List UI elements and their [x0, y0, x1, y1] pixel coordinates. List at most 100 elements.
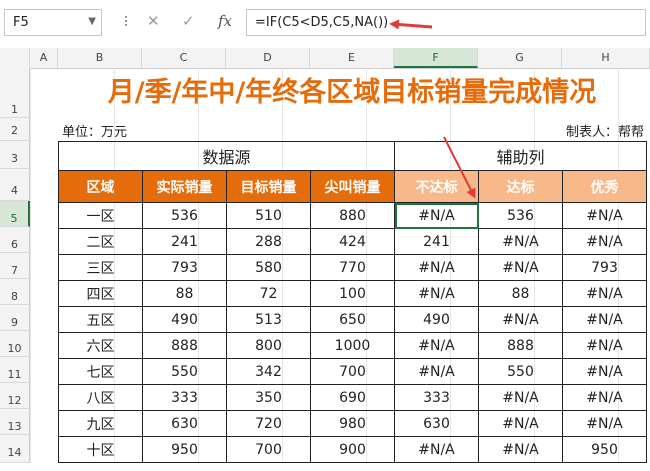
close-icon[interactable]: ✕ — [147, 12, 160, 30]
table-cell[interactable]: 333 — [142, 384, 227, 411]
row-header[interactable]: 13 — [0, 409, 30, 435]
table-cell[interactable]: 580 — [226, 254, 311, 281]
table-cell[interactable]: 六区 — [58, 332, 143, 359]
table-cell[interactable]: 一区 — [58, 202, 143, 229]
unit-label[interactable]: 单位：万元 — [62, 121, 127, 140]
table-cell[interactable]: #N/A — [478, 228, 563, 255]
table-cell[interactable]: 241 — [394, 228, 479, 255]
row-header[interactable]: 8 — [0, 279, 30, 305]
column-title[interactable]: 优秀 — [562, 170, 647, 203]
table-cell[interactable]: #N/A — [394, 280, 479, 307]
table-cell[interactable]: 三区 — [58, 254, 143, 281]
table-cell[interactable]: 510 — [226, 202, 311, 229]
table-cell[interactable]: #N/A — [394, 358, 479, 385]
table-cell[interactable]: 72 — [226, 280, 311, 307]
table-cell[interactable]: 550 — [478, 358, 563, 385]
insert-function-icon[interactable]: fx — [218, 12, 232, 30]
table-cell[interactable]: #N/A — [562, 332, 647, 359]
table-cell[interactable]: 690 — [310, 384, 395, 411]
table-cell[interactable]: 793 — [142, 254, 227, 281]
column-header[interactable]: A — [30, 48, 58, 68]
table-cell[interactable]: #N/A — [562, 228, 647, 255]
table-cell[interactable]: 513 — [226, 306, 311, 333]
table-cell[interactable]: 700 — [310, 358, 395, 385]
table-cell[interactable]: #N/A — [562, 358, 647, 385]
table-cell[interactable]: 88 — [142, 280, 227, 307]
row-header[interactable]: 14 — [0, 435, 30, 463]
table-cell[interactable]: 490 — [142, 306, 227, 333]
column-title[interactable]: 区域 — [58, 170, 143, 203]
column-header-selected[interactable]: F — [394, 48, 478, 68]
column-header[interactable]: G — [478, 48, 562, 68]
table-cell[interactable]: #N/A — [562, 306, 647, 333]
table-cell[interactable]: 800 — [226, 332, 311, 359]
row-header[interactable]: 4 — [0, 169, 30, 201]
column-header[interactable]: B — [58, 48, 142, 68]
row-header[interactable]: 7 — [0, 253, 30, 279]
row-header[interactable]: 10 — [0, 331, 30, 357]
table-cell[interactable]: 630 — [394, 410, 479, 437]
column-header[interactable]: E — [310, 48, 394, 68]
column-title[interactable]: 达标 — [478, 170, 563, 203]
table-cell[interactable]: #N/A — [394, 254, 479, 281]
table-cell[interactable]: 888 — [478, 332, 563, 359]
table-cell[interactable]: #N/A — [394, 332, 479, 359]
select-all-corner[interactable] — [0, 48, 30, 68]
table-cell[interactable]: 1000 — [310, 332, 395, 359]
row-header[interactable]: 3 — [0, 141, 30, 169]
table-cell[interactable]: 424 — [310, 228, 395, 255]
table-cell[interactable]: #N/A — [562, 410, 647, 437]
table-cell[interactable]: 288 — [226, 228, 311, 255]
table-cell[interactable]: 630 — [142, 410, 227, 437]
table-cell[interactable]: 100 — [310, 280, 395, 307]
table-cell[interactable]: 十区 — [58, 436, 143, 463]
table-cell[interactable]: 888 — [142, 332, 227, 359]
table-cell[interactable]: 八区 — [58, 384, 143, 411]
table-cell[interactable]: #N/A — [562, 384, 647, 411]
table-cell[interactable]: 二区 — [58, 228, 143, 255]
table-cell[interactable]: 241 — [142, 228, 227, 255]
table-cell[interactable]: 980 — [310, 410, 395, 437]
table-cell[interactable]: #N/A — [394, 436, 479, 463]
column-header[interactable]: H — [562, 48, 650, 68]
active-cell[interactable]: #N/A — [394, 202, 479, 229]
table-cell[interactable]: 88 — [478, 280, 563, 307]
author-label[interactable]: 制表人：帮帮 — [566, 121, 644, 140]
table-cell[interactable]: #N/A — [478, 306, 563, 333]
row-header[interactable]: 2 — [0, 118, 30, 141]
row-header[interactable]: 6 — [0, 227, 30, 253]
table-cell[interactable]: 950 — [142, 436, 227, 463]
table-cell[interactable]: 770 — [310, 254, 395, 281]
table-cell[interactable]: 333 — [394, 384, 479, 411]
column-title[interactable]: 目标销量 — [226, 170, 311, 203]
table-cell[interactable]: 350 — [226, 384, 311, 411]
table-cell[interactable]: 342 — [226, 358, 311, 385]
table-cell[interactable]: 793 — [562, 254, 647, 281]
column-header[interactable]: D — [226, 48, 310, 68]
table-cell[interactable]: 七区 — [58, 358, 143, 385]
name-box[interactable]: F5 ▼ — [4, 9, 102, 36]
row-header[interactable]: 11 — [0, 357, 30, 383]
row-header-selected[interactable]: 5 — [0, 201, 30, 227]
row-header[interactable]: 1 — [0, 68, 30, 118]
group-header-aux[interactable]: 辅助列 — [394, 141, 647, 171]
table-cell[interactable]: 880 — [310, 202, 395, 229]
table-cell[interactable]: 九区 — [58, 410, 143, 437]
row-header[interactable]: 9 — [0, 305, 30, 331]
check-icon[interactable]: ✓ — [182, 12, 195, 30]
row-header[interactable]: 12 — [0, 383, 30, 409]
table-cell[interactable]: #N/A — [562, 202, 647, 229]
formula-input[interactable]: =IF(C5<D5,C5,NA()) — [246, 9, 646, 36]
table-cell[interactable]: 536 — [142, 202, 227, 229]
column-header[interactable]: C — [142, 48, 226, 68]
table-cell[interactable]: 700 — [226, 436, 311, 463]
table-cell[interactable]: 490 — [394, 306, 479, 333]
table-cell[interactable]: #N/A — [478, 384, 563, 411]
table-cell[interactable]: 900 — [310, 436, 395, 463]
column-title[interactable]: 尖叫销量 — [310, 170, 395, 203]
table-cell[interactable]: 650 — [310, 306, 395, 333]
table-cell[interactable]: 四区 — [58, 280, 143, 307]
table-cell[interactable]: 五区 — [58, 306, 143, 333]
table-cell[interactable]: #N/A — [478, 254, 563, 281]
table-cell[interactable]: 950 — [562, 436, 647, 463]
